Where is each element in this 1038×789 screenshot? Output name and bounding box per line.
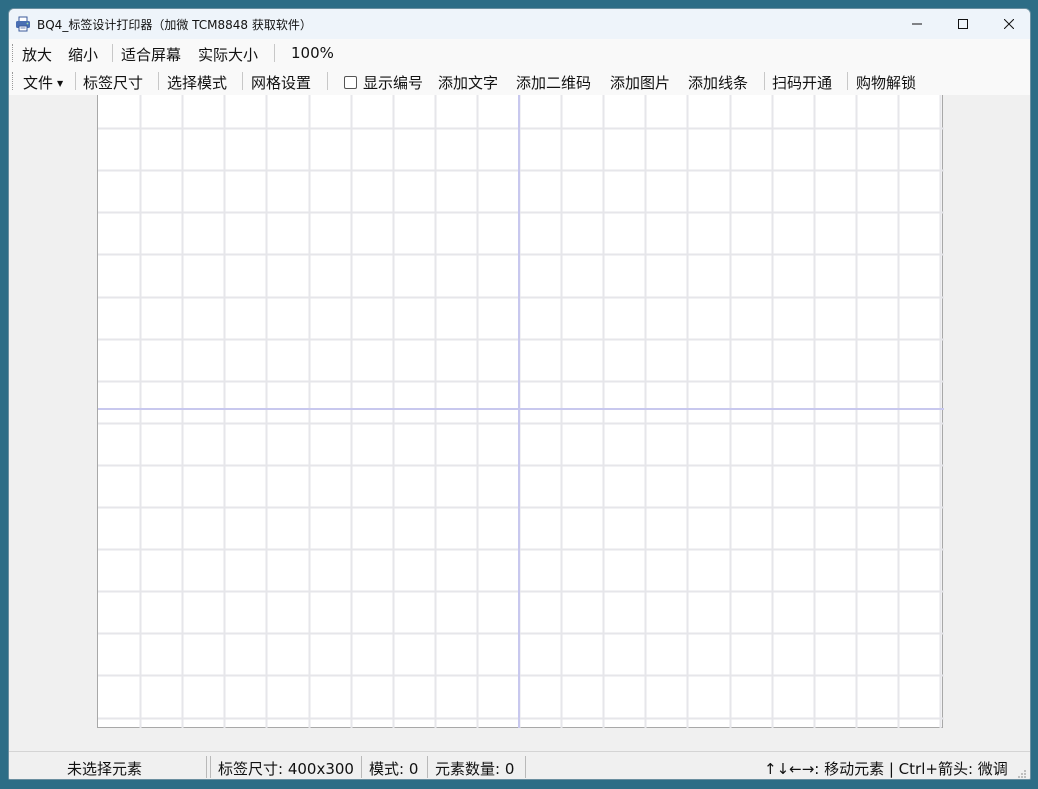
close-icon: [1004, 19, 1014, 29]
window-title: BQ4_标签设计打印器（加微 TCM8848 获取软件）: [37, 18, 312, 32]
element-count-status: 元素数量: 0: [435, 760, 515, 778]
main-toolbar: 文件 ▼ 标签尺寸 选择模式 网格设置 显示编号 添加文字 添加二维码 添加图片 …: [9, 67, 1030, 95]
add-line-button[interactable]: 添加线条: [688, 72, 748, 93]
zoom-level-label: 100%: [291, 44, 334, 62]
canvas-grid: [98, 95, 944, 728]
toolbar-separator: [112, 44, 113, 62]
file-menu-button[interactable]: 文件 ▼: [23, 72, 63, 93]
select-mode-button[interactable]: 选择模式: [167, 72, 227, 93]
label-size-status: 标签尺寸: 400x300: [218, 760, 354, 778]
resize-grip-icon[interactable]: [1017, 769, 1027, 779]
fit-screen-button[interactable]: 适合屏幕: [121, 44, 181, 65]
zoom-out-button[interactable]: 缩小: [68, 44, 98, 65]
purchase-unlock-button[interactable]: 购物解锁: [856, 72, 916, 93]
zoom-in-button[interactable]: 放大: [22, 44, 52, 65]
toolbar-grip[interactable]: [12, 44, 14, 62]
app-window: BQ4_标签设计打印器（加微 TCM8848 获取软件） 放大 缩小 适合屏幕 …: [8, 8, 1031, 780]
view-toolbar: 放大 缩小 适合屏幕 实际大小 100%: [9, 39, 1030, 67]
toolbar-separator: [847, 72, 848, 90]
status-separator: [210, 756, 211, 778]
maximize-button[interactable]: [940, 9, 986, 39]
status-separator: [427, 756, 428, 778]
show-numbers-checkbox[interactable]: 显示编号: [344, 72, 423, 93]
status-separator: [206, 756, 207, 778]
title-bar[interactable]: BQ4_标签设计打印器（加微 TCM8848 获取软件）: [9, 9, 1030, 39]
dropdown-arrow-icon: ▼: [57, 79, 64, 88]
add-text-button[interactable]: 添加文字: [438, 72, 498, 93]
toolbar-separator: [327, 72, 328, 90]
checkbox-box[interactable]: [344, 76, 357, 89]
maximize-icon: [958, 19, 968, 29]
actual-size-button[interactable]: 实际大小: [198, 44, 258, 65]
toolbar-grip[interactable]: [12, 72, 14, 90]
label-canvas[interactable]: [97, 95, 944, 728]
scan-activate-button[interactable]: 扫码开通: [772, 72, 832, 93]
label-size-button[interactable]: 标签尺寸: [83, 72, 143, 93]
add-qrcode-button[interactable]: 添加二维码: [516, 72, 591, 93]
toolbar-separator: [75, 72, 76, 90]
file-menu-label: 文件: [23, 74, 54, 92]
toolbar-separator: [274, 44, 275, 62]
printer-icon: [16, 16, 30, 32]
grid-settings-button[interactable]: 网格设置: [251, 72, 311, 93]
toolbar-separator: [158, 72, 159, 90]
show-numbers-label: 显示编号: [363, 74, 424, 92]
toolbar-separator: [242, 72, 243, 90]
minimize-icon: [912, 23, 922, 25]
status-bar: 未选择元素 标签尺寸: 400x300 模式: 0 元素数量: 0 ↑↓←→: …: [9, 751, 1030, 779]
selection-status: 未选择元素: [67, 760, 143, 778]
status-separator: [361, 756, 362, 778]
design-workspace: [9, 95, 1030, 751]
close-button[interactable]: [986, 9, 1030, 39]
add-image-button[interactable]: 添加图片: [610, 72, 670, 93]
minimize-button[interactable]: [894, 9, 940, 39]
status-separator: [525, 756, 526, 778]
mode-status: 模式: 0: [369, 760, 419, 778]
toolbar-separator: [764, 72, 765, 90]
keyboard-hint-status: ↑↓←→: 移动元素 | Ctrl+箭头: 微调: [764, 760, 1008, 778]
